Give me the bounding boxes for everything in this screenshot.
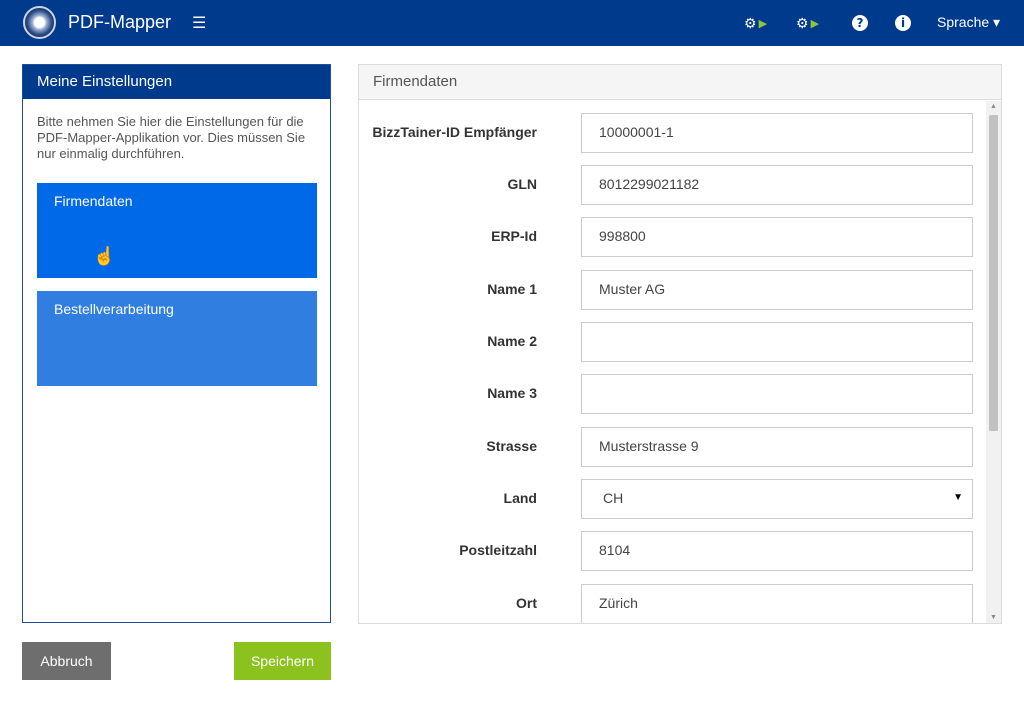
form-row-name3: Name 3 — [359, 374, 985, 414]
logo-icon — [23, 6, 56, 39]
gear-play-icon[interactable]: ⚙ ▶ — [744, 13, 767, 33]
save-button[interactable]: Speichern — [234, 642, 331, 680]
field-label: BizzTainer-ID Empfänger — [372, 124, 537, 140]
field-label: Land — [503, 490, 537, 506]
form-row-erp-id: ERP-Id 998800 — [359, 217, 985, 257]
form-row-name2: Name 2 — [359, 322, 985, 362]
postleitzahl-field[interactable]: 8104 — [581, 531, 973, 571]
tile-label: Bestellverarbeitung — [54, 301, 174, 317]
company-data-form: BizzTainer-ID Empfänger 10000001-1 GLN 8… — [359, 101, 985, 623]
name2-field[interactable] — [581, 322, 973, 362]
erp-id-field[interactable]: 998800 — [581, 217, 973, 257]
caret-down-icon: ▼ — [953, 492, 963, 503]
company-data-title: Firmendaten — [359, 65, 1001, 100]
form-row-land: Land CH ▼ — [359, 479, 985, 519]
form-row-bizztainer-id: BizzTainer-ID Empfänger 10000001-1 — [359, 113, 985, 153]
gln-field[interactable]: 8012299021182 — [581, 165, 973, 205]
info-icon[interactable]: i — [895, 13, 911, 33]
form-row-strasse: Strasse Musterstrasse 9 — [359, 427, 985, 467]
menu-icon[interactable]: ☰ — [192, 13, 206, 33]
hand-cursor-icon: ☝ — [93, 246, 116, 266]
language-dropdown[interactable]: Sprache ▾ — [937, 14, 1000, 31]
field-label: Name 3 — [487, 385, 537, 401]
help-icon[interactable]: ? — [852, 13, 868, 33]
name3-field[interactable] — [581, 374, 973, 414]
field-label: Strasse — [486, 438, 537, 454]
land-select[interactable]: CH ▼ — [581, 479, 973, 519]
gears-play-icon[interactable]: ⚙ ▶ — [796, 13, 819, 33]
scroll-down-icon[interactable]: ▼ — [990, 614, 997, 621]
name1-field[interactable]: Muster AG — [581, 270, 973, 310]
form-row-postleitzahl: Postleitzahl 8104 — [359, 531, 985, 571]
strasse-field[interactable]: Musterstrasse 9 — [581, 427, 973, 467]
field-label: Postleitzahl — [459, 542, 537, 558]
company-data-panel: Firmendaten BizzTainer-ID Empfänger 1000… — [358, 64, 1002, 624]
settings-panel-title: Meine Einstellungen — [23, 65, 330, 99]
top-navigation-bar: PDF-Mapper ☰ ⚙ ▶ ⚙ ▶ ? i Sprache ▾ — [0, 0, 1024, 46]
land-selected-value: CH — [603, 490, 624, 506]
tile-label: Firmendaten — [54, 193, 133, 209]
form-scrollbar[interactable]: ▲ ▼ — [986, 101, 1001, 623]
scroll-up-icon[interactable]: ▲ — [990, 103, 997, 110]
cancel-button[interactable]: Abbruch — [22, 642, 111, 680]
field-label: GLN — [507, 176, 537, 192]
field-label: Name 2 — [487, 333, 537, 349]
app-title: PDF-Mapper — [68, 12, 172, 32]
form-row-ort: Ort Zürich — [359, 584, 985, 623]
field-label: ERP-Id — [491, 228, 537, 244]
tile-firmendaten[interactable]: Firmendaten ☝ — [37, 183, 317, 278]
form-row-name1: Name 1 Muster AG — [359, 270, 985, 310]
bizztainer-id-field[interactable]: 10000001-1 — [581, 113, 973, 153]
field-label: Ort — [516, 595, 537, 611]
settings-panel: Meine Einstellungen Bitte nehmen Sie hie… — [22, 64, 331, 623]
settings-description: Bitte nehmen Sie hier die Einstellungen … — [37, 114, 306, 161]
form-row-gln: GLN 8012299021182 — [359, 165, 985, 205]
field-label: Name 1 — [487, 281, 537, 297]
tile-bestellverarbeitung[interactable]: Bestellverarbeitung — [37, 291, 317, 386]
ort-field[interactable]: Zürich — [581, 584, 973, 623]
scroll-thumb[interactable] — [989, 115, 998, 431]
